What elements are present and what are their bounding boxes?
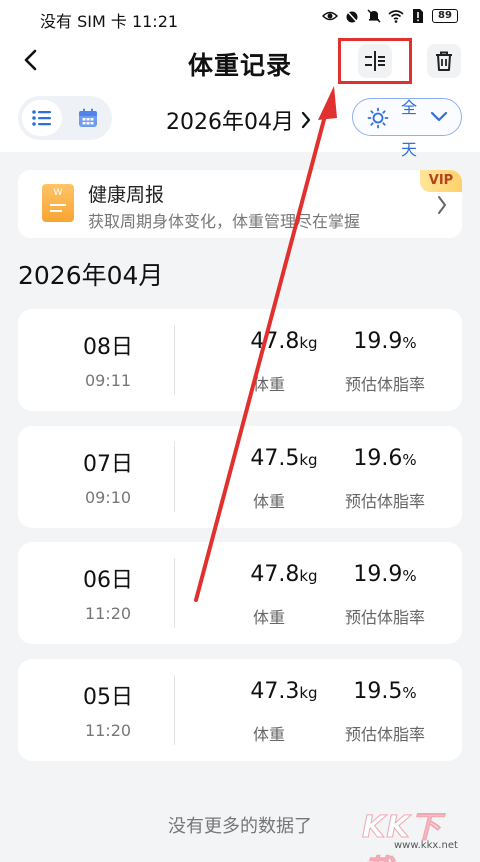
view-toggle [18, 96, 112, 140]
fat-value: 19.9 [353, 329, 403, 354]
record-card[interactable]: 05日 11:20 47.3kg 体重 19.5% 预估体脂率 [18, 659, 462, 761]
fat-value: 19.6 [353, 446, 403, 471]
banner-title: 健康周报 [88, 184, 165, 206]
weight-unit: kg [299, 334, 318, 352]
record-time: 11:20 [84, 721, 132, 740]
vip-badge: VIP [420, 170, 462, 192]
battery-level: 89 [432, 9, 458, 23]
chevron-right-icon [438, 196, 446, 214]
record-fat: 19.9% [320, 562, 450, 587]
fat-unit: % [402, 451, 417, 469]
record-weight: 47.8kg [234, 562, 334, 587]
filter-icon [365, 51, 385, 71]
month-label: 2026年04月 [166, 110, 294, 135]
record-divider [174, 558, 175, 628]
fat-value: 19.9 [353, 562, 403, 587]
report-icon-letter: W [53, 188, 63, 198]
record-divider [174, 325, 175, 395]
banner-subtitle: 获取周期身体变化，体重管理尽在掌握 [88, 212, 361, 231]
record-day: 07日 [83, 452, 133, 477]
watermark-text: KK下载 [362, 810, 442, 862]
chevron-down-icon [430, 111, 448, 122]
record-weight: 47.8kg [234, 329, 334, 354]
weight-label: 体重 [252, 375, 285, 394]
status-icons: 89 [322, 8, 458, 24]
record-fat: 19.9% [320, 329, 450, 354]
list-view-button[interactable] [22, 100, 62, 136]
record-card[interactable]: 06日 11:20 47.8kg 体重 19.9% 预估体脂率 [18, 542, 462, 644]
record-card[interactable]: 07日 09:10 47.5kg 体重 19.6% 预估体脂率 [18, 426, 462, 528]
watermark-logo: KK下载 www.kkx.net [360, 796, 472, 862]
record-divider [174, 442, 175, 512]
weight-value: 47.8 [250, 329, 300, 354]
section-month-title: 2026年04月 [18, 261, 164, 290]
sun-icon [367, 107, 389, 129]
chevron-right-icon [301, 111, 311, 129]
weight-unit: kg [299, 567, 318, 585]
fat-unit: % [402, 567, 417, 585]
toolbar: 2026年04月 全天 [0, 96, 480, 159]
month-selector[interactable]: 2026年04月 [166, 104, 312, 136]
weight-value: 47.8 [250, 562, 300, 587]
report-icon: W [42, 184, 74, 222]
fat-label: 预估体脂率 [344, 375, 425, 394]
record-weight: 47.3kg [234, 679, 334, 704]
status-carrier-time: 没有 SIM 卡 11:21 [40, 12, 179, 31]
header: 体重记录 [0, 36, 480, 88]
fat-unit: % [402, 334, 417, 352]
watermark-url: www.kkx.net [394, 840, 458, 851]
record-time: 09:11 [84, 371, 132, 390]
weight-unit: kg [299, 684, 318, 702]
record-day: 08日 [83, 335, 133, 360]
record-fat: 19.6% [320, 446, 450, 471]
fat-label: 预估体脂率 [344, 725, 425, 744]
weight-label: 体重 [252, 608, 285, 627]
calendar-view-button[interactable] [68, 100, 108, 136]
weight-label: 体重 [252, 492, 285, 511]
fat-value: 19.5 [353, 679, 403, 704]
alarm-off-icon [345, 9, 359, 24]
fat-label: 预估体脂率 [344, 608, 425, 627]
calendar-icon [79, 108, 97, 127]
weight-value: 47.3 [250, 679, 300, 704]
record-card[interactable]: 08日 09:11 47.8kg 体重 19.9% 预估体脂率 [18, 309, 462, 411]
filter-button[interactable] [338, 38, 412, 84]
record-divider [174, 675, 175, 745]
day-filter-label: 全天 [401, 98, 418, 159]
weight-value: 47.5 [250, 446, 300, 471]
fat-unit: % [402, 684, 417, 702]
day-filter-dropdown[interactable]: 全天 [352, 98, 462, 159]
record-time: 11:20 [84, 604, 132, 623]
wifi-icon [388, 10, 404, 23]
record-fat: 19.5% [320, 679, 450, 704]
bell-mute-icon [367, 9, 381, 23]
record-day: 05日 [83, 685, 133, 710]
record-day: 06日 [83, 568, 133, 593]
fat-label: 预估体脂率 [344, 492, 425, 511]
eye-icon [322, 11, 338, 21]
weekly-report-banner[interactable]: W 健康周报 获取周期身体变化，体重管理尽在掌握 VIP [18, 170, 462, 238]
status-bar: 没有 SIM 卡 11:21 89 [0, 0, 480, 36]
trash-icon [436, 51, 452, 71]
sim-alert-icon [413, 9, 423, 23]
weight-label: 体重 [252, 725, 285, 744]
record-time: 09:10 [84, 488, 132, 507]
weight-unit: kg [299, 451, 318, 469]
record-weight: 47.5kg [234, 446, 334, 471]
delete-button[interactable] [427, 44, 461, 78]
list-icon [32, 110, 51, 126]
